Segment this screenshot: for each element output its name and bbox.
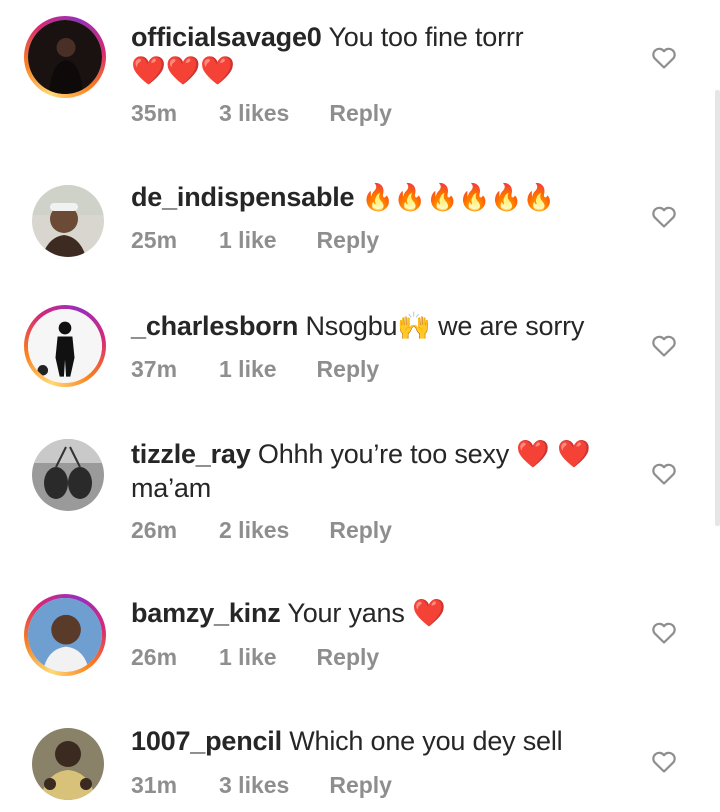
comment-username[interactable]: _charlesborn: [131, 311, 298, 341]
comment-username[interactable]: bamzy_kinz: [131, 598, 281, 628]
like-button[interactable]: [651, 46, 677, 70]
heart-outline-icon: [652, 751, 676, 773]
comment-likes[interactable]: 2 likes: [219, 517, 289, 544]
comment-likes[interactable]: 1 like: [219, 227, 277, 254]
comment-time: 37m: [131, 356, 178, 382]
comment-text: Nsogbu🙌 we are sorry: [305, 311, 585, 341]
reply-button[interactable]: Reply: [317, 356, 380, 383]
avatar-photo-icon: [32, 185, 104, 257]
avatar-photo-icon: [28, 20, 102, 94]
avatar[interactable]: [24, 16, 106, 98]
avatar-photo-icon: [32, 439, 104, 511]
comment-text: You too fine torrr: [328, 22, 524, 52]
heart-outline-icon: [652, 206, 676, 228]
avatar-photo-icon: [32, 728, 104, 800]
avatar[interactable]: [24, 594, 106, 676]
comment-text: Which one you dey sell: [289, 726, 563, 756]
like-button[interactable]: [651, 334, 677, 358]
comment-time: 35m: [131, 100, 178, 126]
like-button[interactable]: [651, 621, 677, 645]
comment-username[interactable]: de_indispensable: [131, 182, 355, 212]
avatar[interactable]: [24, 305, 106, 387]
comment-text: Your yans ❤️: [287, 598, 446, 628]
heart-outline-icon: [652, 622, 676, 644]
comment-time: 26m: [131, 644, 178, 670]
heart-outline-icon: [652, 463, 676, 485]
reply-button[interactable]: Reply: [329, 772, 392, 799]
comment-username[interactable]: officialsavage0: [131, 22, 322, 52]
like-button[interactable]: [651, 462, 677, 486]
heart-outline-icon: [652, 47, 676, 69]
avatar-photo-icon: [28, 309, 102, 383]
comment-likes[interactable]: 3 likes: [219, 100, 289, 127]
comment-emojis: ❤️❤️❤️: [131, 54, 235, 87]
comment-likes[interactable]: 1 like: [219, 644, 277, 671]
comment-likes[interactable]: 3 likes: [219, 772, 289, 799]
reply-button[interactable]: Reply: [317, 644, 380, 671]
like-button[interactable]: [651, 750, 677, 774]
avatar[interactable]: [32, 439, 104, 511]
reply-button[interactable]: Reply: [329, 517, 392, 544]
comment-time: 25m: [131, 227, 178, 253]
comment-username[interactable]: 1007_pencil: [131, 726, 282, 756]
comment-username[interactable]: tizzle_ray: [131, 439, 251, 469]
avatar-photo-icon: [28, 598, 102, 672]
scrollbar[interactable]: [715, 90, 720, 526]
reply-button[interactable]: Reply: [329, 100, 392, 127]
reply-button[interactable]: Reply: [317, 227, 380, 254]
comment-likes[interactable]: 1 like: [219, 356, 277, 383]
heart-outline-icon: [652, 335, 676, 357]
avatar[interactable]: [32, 728, 104, 800]
comment-time: 26m: [131, 517, 178, 543]
comment-emojis: 🔥🔥🔥🔥🔥🔥: [361, 183, 555, 213]
avatar[interactable]: [32, 185, 104, 257]
like-button[interactable]: [651, 205, 677, 229]
comment-time: 31m: [131, 772, 178, 798]
